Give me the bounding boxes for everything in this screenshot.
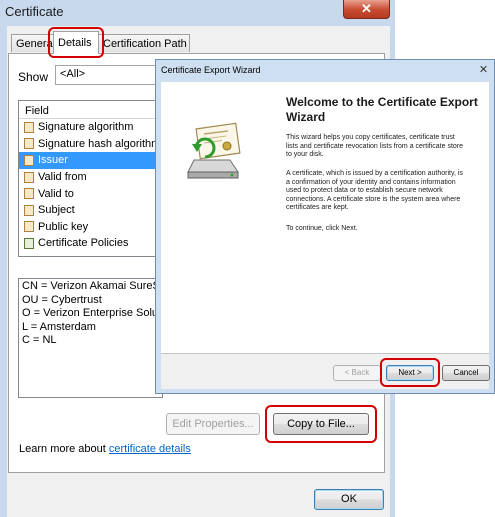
list-item-selected[interactable]: Issuer [19, 152, 162, 169]
wizard-heading: Welcome to the Certificate Export Wizard [286, 95, 478, 124]
show-label: Show [18, 70, 49, 84]
list-item[interactable]: Valid to [19, 185, 162, 202]
show-dropdown-value: <All> [60, 68, 86, 80]
value-line: O = Verizon Enterprise Solutions [22, 307, 162, 320]
value-line: OU = Cybertrust [22, 293, 102, 306]
certificate-window-title: Certificate [5, 4, 64, 19]
cert-field-icon [24, 204, 34, 216]
close-button[interactable]: ✕ [343, 0, 390, 19]
list-item[interactable]: Certificate Policies [19, 235, 162, 252]
cert-field-icon [24, 138, 34, 150]
wizard-separator [161, 353, 489, 354]
learn-more-text: Learn more about certificate details [19, 443, 191, 455]
list-item-label: Signature hash algorithm [38, 137, 161, 150]
list-item-label: Subject [38, 204, 75, 217]
ok-button[interactable]: OK [314, 489, 384, 510]
wizard-title: Certificate Export Wizard [161, 65, 261, 75]
value-line: L = Amsterdam [22, 320, 96, 333]
list-item[interactable]: Signature algorithm [19, 119, 162, 136]
details-tab-highlight [48, 27, 104, 58]
value-line: CN = Verizon Akamai SureServer CA G14-SH… [22, 280, 162, 292]
field-column-header[interactable]: Field [19, 101, 162, 119]
cert-field-icon [24, 171, 34, 183]
tab-certification-path[interactable]: Certification Path [98, 34, 190, 52]
value-line: C = NL [22, 334, 57, 347]
cert-field-icon [24, 121, 34, 133]
wizard-paragraph-1: This wizard helps you copy certificates,… [286, 134, 464, 158]
list-item[interactable]: Signature hash algorithm [19, 136, 162, 153]
back-button[interactable]: < Back [333, 365, 381, 381]
edit-properties-button[interactable]: Edit Properties... [166, 413, 260, 435]
list-item[interactable]: Subject [19, 202, 162, 219]
certificate-export-wizard-window: Certificate Export Wizard ✕ Welcome to t… [155, 59, 495, 394]
list-item-label: Signature algorithm [38, 121, 134, 134]
cert-policy-icon [24, 237, 34, 249]
field-value-box[interactable]: CN = Verizon Akamai SureServer CA G14-SH… [18, 278, 163, 398]
show-dropdown[interactable]: <All> [55, 65, 165, 85]
cert-field-icon [24, 188, 34, 200]
wizard-client-area: Welcome to the Certificate Export Wizard… [161, 82, 490, 389]
list-item-label: Certificate Policies [38, 237, 129, 250]
wizard-side-panel [161, 82, 266, 353]
list-item-label: Public key [38, 220, 89, 233]
list-item-label: Issuer [38, 154, 68, 167]
copy-to-file-highlight [265, 405, 377, 443]
close-icon: ✕ [478, 64, 489, 76]
field-list[interactable]: Field Signature algorithm Signature hash… [18, 100, 163, 257]
next-button-highlight [380, 358, 440, 387]
wizard-paragraph-3: To continue, click Next. [286, 225, 358, 232]
wizard-close-button[interactable]: ✕ [477, 64, 490, 77]
close-icon: ✕ [361, 1, 372, 16]
learn-more-prefix: Learn more about [19, 443, 106, 455]
list-item[interactable]: Public key [19, 219, 162, 236]
list-item-label: Valid to [38, 187, 74, 200]
wizard-paragraph-2: A certificate, which is issued by a cert… [286, 170, 463, 211]
tab-certification-path-label: Certification Path [103, 38, 187, 50]
certificate-details-link[interactable]: certificate details [109, 443, 191, 455]
cancel-button[interactable]: Cancel [442, 365, 490, 381]
list-item-label: Valid from [38, 171, 87, 184]
certificate-export-icon [187, 122, 241, 179]
cert-field-icon [24, 154, 34, 166]
list-item[interactable]: Valid from [19, 169, 162, 186]
cert-field-icon [24, 221, 34, 233]
